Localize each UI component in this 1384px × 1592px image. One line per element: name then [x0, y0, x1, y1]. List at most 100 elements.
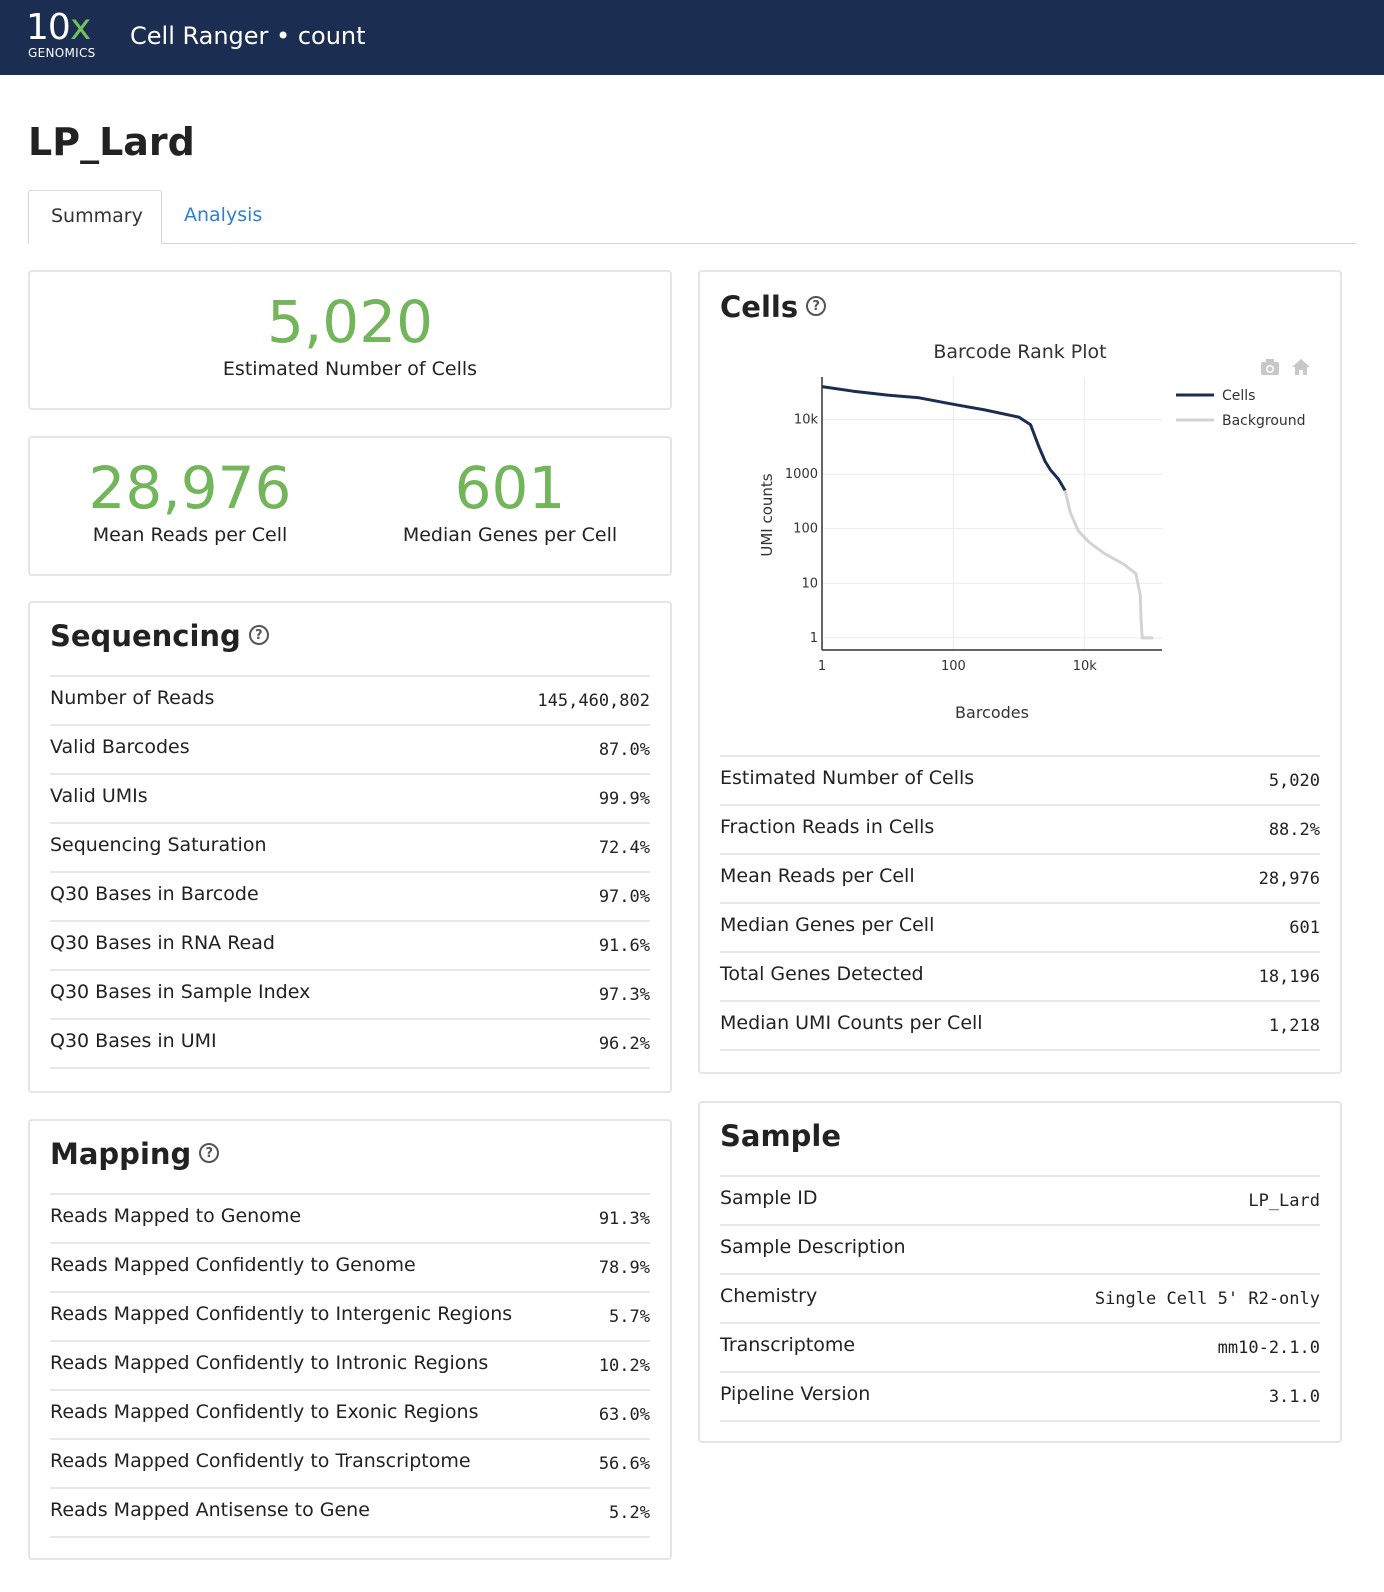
tab-bar: Summary Analysis	[28, 190, 1356, 244]
question-circle-icon[interactable]: ?	[248, 625, 269, 645]
row-label: Reads Mapped Confidently to Intergenic R…	[50, 1303, 513, 1325]
row-value: Single Cell 5' R2-only	[1094, 1289, 1320, 1309]
logo-x: x	[70, 7, 92, 48]
table-row: Q30 Bases in UMI 96.2%	[50, 1020, 650, 1069]
tab-summary[interactable]: Summary	[28, 190, 162, 244]
table-row: Transcriptome mm10-2.1.0	[720, 1324, 1320, 1373]
cells-title: Cells?	[720, 290, 827, 324]
row-label: Sample Description	[720, 1236, 906, 1258]
row-value: mm10-2.1.0	[1217, 1338, 1320, 1358]
row-label: Q30 Bases in UMI	[50, 1030, 217, 1052]
row-value: 5,020	[1268, 771, 1320, 791]
chart-xlabel: Barcodes	[955, 703, 1029, 722]
row-value: 97.3%	[598, 985, 650, 1005]
table-row: Reads Mapped to Genome 91.3%	[50, 1195, 650, 1244]
table-row: Sample Description	[720, 1226, 1320, 1275]
median-genes-label: Median Genes per Cell	[402, 524, 618, 546]
barcode-rank-plot[interactable]: Barcode Rank Plot Barcodes UMI counts 11…	[720, 330, 1350, 730]
table-row: Median Genes per Cell 601	[720, 904, 1320, 953]
row-label: Median Genes per Cell	[720, 914, 935, 936]
mapping-title-text: Mapping	[50, 1137, 192, 1171]
row-value: 87.0%	[598, 740, 650, 760]
grid-lines	[821, 377, 1162, 650]
question-circle-icon[interactable]: ?	[806, 296, 827, 316]
row-label: Reads Mapped to Genome	[50, 1205, 302, 1227]
table-row: Total Genes Detected 18,196	[720, 953, 1320, 1002]
row-value: LP_Lard	[1248, 1191, 1320, 1211]
y-tick-label: 10k	[794, 412, 819, 427]
camera-icon[interactable]	[1261, 359, 1279, 375]
chart-legend: Cells Background	[1176, 388, 1306, 429]
row-value: 91.3%	[598, 1209, 650, 1229]
table-row: Q30 Bases in Sample Index 97.3%	[50, 971, 650, 1020]
x-tick-label: 10k	[1073, 659, 1098, 674]
row-value: 5.7%	[609, 1307, 650, 1327]
table-row: Valid UMIs 99.9%	[50, 775, 650, 824]
table-row: Reads Mapped Antisense to Gene 5.2%	[50, 1489, 650, 1538]
row-value: 78.9%	[598, 1258, 650, 1278]
row-value: 601	[1289, 918, 1320, 938]
page-title: LP_Lard	[28, 120, 195, 164]
y-tick-label: 1000	[785, 467, 818, 482]
chart-title: Barcode Rank Plot	[933, 341, 1106, 363]
row-value: 1,218	[1268, 1016, 1320, 1036]
sample-table: Sample ID LP_Lard Sample Description Chem…	[720, 1175, 1320, 1422]
mean-reads-label: Mean Reads per Cell	[92, 524, 288, 546]
row-value: 96.2%	[598, 1034, 650, 1054]
row-value: 3.1.0	[1268, 1387, 1320, 1407]
row-label: Q30 Bases in RNA Read	[50, 932, 275, 954]
row-label: Transcriptome	[720, 1334, 856, 1356]
sample-title: Sample	[720, 1119, 842, 1153]
estimated-cells-label: Estimated Number of Cells	[222, 358, 478, 380]
series-lines	[821, 385, 1154, 640]
mean-reads-value: 28,976	[88, 454, 292, 522]
logo-number: 10	[26, 7, 71, 48]
row-label: Reads Mapped Confidently to Exonic Regio…	[50, 1401, 479, 1423]
reads-genes-card: 28,976 Mean Reads per Cell 601 Median Ge…	[28, 436, 672, 576]
table-row: Number of Reads 145,460,802	[50, 677, 650, 726]
row-value: 72.4%	[598, 838, 650, 858]
mapping-table: Reads Mapped to Genome 91.3% Reads Mapped…	[50, 1193, 650, 1538]
row-label: Q30 Bases in Barcode	[50, 883, 259, 905]
series-line-cells	[821, 385, 1067, 492]
row-label: Reads Mapped Antisense to Gene	[50, 1499, 370, 1521]
barcode-rank-svg: Barcode Rank Plot Barcodes UMI counts 11…	[758, 341, 1310, 722]
row-label: Median UMI Counts per Cell	[720, 1012, 983, 1034]
sample-card: Sample Sample ID LP_Lard Sample Descripti…	[698, 1101, 1342, 1443]
row-value: 63.0%	[598, 1405, 650, 1425]
sequencing-card: Sequencing? Number of Reads 145,460,802 V…	[28, 601, 672, 1093]
row-value: 18,196	[1258, 967, 1320, 987]
x-tick-label: 100	[941, 659, 966, 674]
row-value: 28,976	[1258, 869, 1320, 889]
estimated-cells-value: 5,020	[266, 288, 434, 356]
table-row: Mean Reads per Cell 28,976	[720, 855, 1320, 904]
question-circle-icon[interactable]: ?	[199, 1143, 220, 1163]
table-row: Reads Mapped Confidently to Intergenic R…	[50, 1293, 650, 1342]
row-value: 56.6%	[598, 1454, 650, 1474]
mapping-title: Mapping?	[50, 1137, 220, 1171]
sequencing-table: Number of Reads 145,460,802 Valid Barcode…	[50, 675, 650, 1069]
row-value: 5.2%	[609, 1503, 650, 1523]
table-row: Reads Mapped Confidently to Genome 78.9%	[50, 1244, 650, 1293]
y-tick-label: 1	[810, 631, 818, 646]
estimated-cells-card: 5,020 Estimated Number of Cells	[28, 270, 672, 410]
table-row: Pipeline Version 3.1.0	[720, 1373, 1320, 1422]
legend-label-background: Background	[1222, 413, 1306, 429]
tab-analysis[interactable]: Analysis	[162, 190, 284, 244]
row-label: Reads Mapped Confidently to Transcriptom…	[50, 1450, 471, 1472]
row-label: Number of Reads	[50, 687, 215, 709]
axes: 1 100 10k 1 10 100 1000 10k	[785, 377, 1162, 674]
row-label: Reads Mapped Confidently to Genome	[50, 1254, 416, 1276]
y-tick-label: 100	[793, 522, 818, 537]
row-value: 88.2%	[1268, 820, 1320, 840]
sequencing-title-text: Sequencing	[50, 619, 241, 653]
home-icon[interactable]	[1292, 359, 1310, 375]
row-label: Mean Reads per Cell	[720, 865, 915, 887]
10x-genomics-logo[interactable]: 10 x GENOMICS	[26, 6, 106, 66]
cells-table: Estimated Number of Cells 5,020 Fraction …	[720, 755, 1320, 1051]
row-label: Valid Barcodes	[50, 736, 190, 758]
sequencing-title: Sequencing?	[50, 619, 269, 653]
table-row: Reads Mapped Confidently to Transcriptom…	[50, 1440, 650, 1489]
top-navbar: 10 x GENOMICS Cell Ranger • count	[0, 0, 1384, 75]
row-value: 10.2%	[598, 1356, 650, 1376]
